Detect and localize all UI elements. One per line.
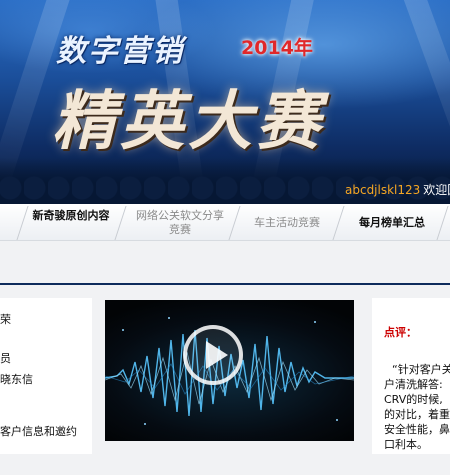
tab-label: 车主活动竞赛 (254, 216, 320, 229)
banner-headline-top: 数字营销 (56, 34, 184, 69)
review-line: 的对比，着重 (384, 408, 450, 421)
review-card: 点评： “针对客户关 户清洗解答: CRV的时候, 的对比，着重 安全性能，鼻 … (372, 298, 450, 454)
review-line: 口利本。 (384, 438, 428, 451)
tab-owner-activity[interactable]: 车主活动竞赛 (243, 204, 331, 241)
welcome-text: 欢迎回 (423, 183, 450, 197)
left-info-card: 荣 员 晓东信 客户信息和邀约 (0, 298, 92, 454)
review-title: 点评： (384, 326, 417, 339)
tab-label: 新奇骏原创内容 (32, 209, 110, 222)
nav-separator (114, 206, 127, 240)
tab-label: 每月榜单汇总 (359, 216, 425, 229)
nav-separator (16, 206, 29, 240)
tab-monthly-ranking[interactable]: 每月榜单汇总 (348, 204, 436, 241)
info-line: 晓东信 (0, 373, 33, 386)
banner-headline-year: 2014年 (241, 37, 313, 59)
nav-separator (228, 206, 241, 240)
tab-pr-contest[interactable]: 网络公关软文分享竞赛 (132, 204, 228, 241)
info-line: 荣 (0, 313, 11, 326)
review-line: “针对客户关 (392, 363, 450, 376)
nav-separator (436, 206, 449, 240)
section-divider (0, 283, 450, 285)
nav-separator (332, 206, 345, 240)
user-greeting: abcdjlskl123欢迎回 (345, 181, 450, 199)
info-line: 客户信息和邀约 (0, 425, 77, 438)
review-line: 户清洗解答: (384, 378, 443, 391)
main-nav: 新奇骏原创内容 网络公关软文分享竞赛 车主活动竞赛 每月榜单汇总 (0, 204, 450, 241)
banner-headline-main: 精英大赛 (52, 84, 324, 159)
info-line: 员 (0, 352, 11, 365)
tab-original-content[interactable]: 新奇骏原创内容 (32, 204, 110, 241)
username-link[interactable]: abcdjlskl123 (345, 183, 420, 197)
hero-banner: 数字营销 2014年 精英大赛 abcdjlskl123欢迎回 (0, 0, 450, 204)
review-line: 安全性能，鼻 (384, 423, 450, 436)
tab-label: 网络公关软文分享竞赛 (136, 209, 224, 236)
play-icon (206, 341, 228, 369)
review-line: CRV的时候, (384, 393, 443, 406)
